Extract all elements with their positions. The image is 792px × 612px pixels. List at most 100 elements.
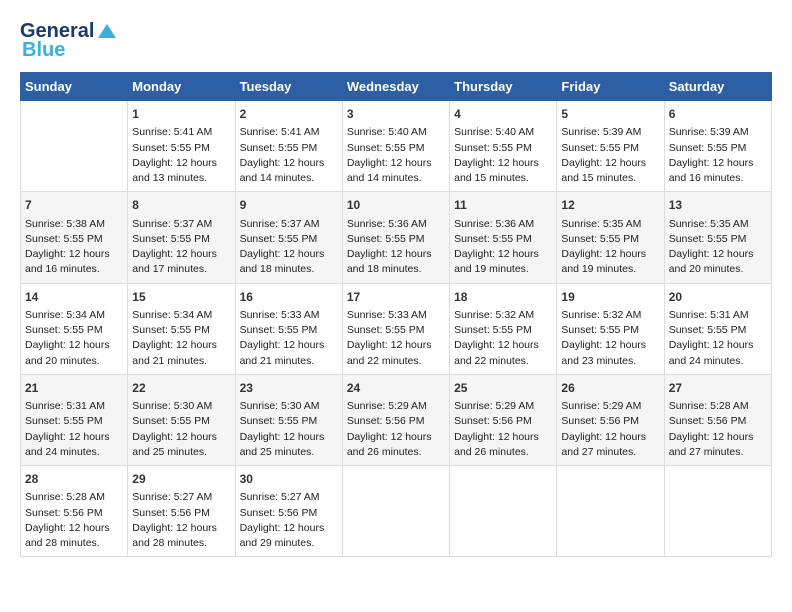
day-number: 5 [561, 106, 659, 123]
day-number: 30 [240, 471, 338, 488]
page-header: General Blue [20, 20, 772, 62]
day-number: 2 [240, 106, 338, 123]
calendar-cell: 8 Sunrise: 5:37 AM Sunset: 5:55 PM Daylig… [128, 192, 235, 283]
day-info: Sunrise: 5:30 AM Sunset: 5:55 PM Dayligh… [240, 399, 338, 460]
day-number: 4 [454, 106, 552, 123]
calendar-cell: 1Sunrise: 5:41 AM Sunset: 5:55 PM Daylig… [128, 101, 235, 192]
calendar-cell: 4 Sunrise: 5:40 AM Sunset: 5:55 PM Daylig… [450, 101, 557, 192]
day-number: 19 [561, 289, 659, 306]
day-info: Sunrise: 5:27 AM Sunset: 5:56 PM Dayligh… [132, 490, 230, 551]
day-info: Sunrise: 5:29 AM Sunset: 5:56 PM Dayligh… [454, 399, 552, 460]
calendar-cell: 13 Sunrise: 5:35 AM Sunset: 5:55 PM Dayli… [664, 192, 771, 283]
day-info: Sunrise: 5:41 AM Sunset: 5:55 PM Dayligh… [132, 125, 230, 186]
day-info: Sunrise: 5:39 AM Sunset: 5:55 PM Dayligh… [561, 125, 659, 186]
calendar-cell: 10Sunrise: 5:36 AM Sunset: 5:55 PM Dayli… [342, 192, 449, 283]
day-number: 10 [347, 197, 445, 214]
day-info: Sunrise: 5:27 AM Sunset: 5:56 PM Dayligh… [240, 490, 338, 551]
day-number: 3 [347, 106, 445, 123]
day-number: 22 [132, 380, 230, 397]
calendar-table: SundayMondayTuesdayWednesdayThursdayFrid… [20, 72, 772, 557]
calendar-cell: 27 Sunrise: 5:28 AM Sunset: 5:56 PM Dayli… [664, 374, 771, 465]
calendar-week-row: 14 Sunrise: 5:34 AM Sunset: 5:55 PM Dayli… [21, 283, 772, 374]
day-number: 13 [669, 197, 767, 214]
day-info: Sunrise: 5:38 AM Sunset: 5:55 PM Dayligh… [25, 217, 123, 278]
day-info: Sunrise: 5:31 AM Sunset: 5:55 PM Dayligh… [669, 308, 767, 369]
calendar-week-row: 7 Sunrise: 5:38 AM Sunset: 5:55 PM Daylig… [21, 192, 772, 283]
day-info: Sunrise: 5:35 AM Sunset: 5:55 PM Dayligh… [669, 217, 767, 278]
weekday-header: Friday [557, 73, 664, 101]
day-info: Sunrise: 5:37 AM Sunset: 5:55 PM Dayligh… [132, 217, 230, 278]
day-number: 25 [454, 380, 552, 397]
calendar-week-row: 28 Sunrise: 5:28 AM Sunset: 5:56 PM Dayli… [21, 466, 772, 557]
day-info: Sunrise: 5:37 AM Sunset: 5:55 PM Dayligh… [240, 217, 338, 278]
day-info: Sunrise: 5:34 AM Sunset: 5:55 PM Dayligh… [25, 308, 123, 369]
day-info: Sunrise: 5:30 AM Sunset: 5:55 PM Dayligh… [132, 399, 230, 460]
weekday-header: Tuesday [235, 73, 342, 101]
day-info: Sunrise: 5:28 AM Sunset: 5:56 PM Dayligh… [669, 399, 767, 460]
calendar-cell: 20Sunrise: 5:31 AM Sunset: 5:55 PM Dayli… [664, 283, 771, 374]
calendar-cell: 19 Sunrise: 5:32 AM Sunset: 5:55 PM Dayli… [557, 283, 664, 374]
calendar-cell: 24Sunrise: 5:29 AM Sunset: 5:56 PM Dayli… [342, 374, 449, 465]
day-info: Sunrise: 5:28 AM Sunset: 5:56 PM Dayligh… [25, 490, 123, 551]
day-info: Sunrise: 5:40 AM Sunset: 5:55 PM Dayligh… [347, 125, 445, 186]
calendar-cell: 2 Sunrise: 5:41 AM Sunset: 5:55 PM Daylig… [235, 101, 342, 192]
day-info: Sunrise: 5:33 AM Sunset: 5:55 PM Dayligh… [240, 308, 338, 369]
day-number: 29 [132, 471, 230, 488]
day-number: 23 [240, 380, 338, 397]
calendar-cell: 25 Sunrise: 5:29 AM Sunset: 5:56 PM Dayli… [450, 374, 557, 465]
day-info: Sunrise: 5:35 AM Sunset: 5:55 PM Dayligh… [561, 217, 659, 278]
calendar-cell: 23 Sunrise: 5:30 AM Sunset: 5:55 PM Dayli… [235, 374, 342, 465]
logo-arrow-icon [96, 20, 118, 42]
calendar-cell: 6 Sunrise: 5:39 AM Sunset: 5:55 PM Daylig… [664, 101, 771, 192]
logo-text: General Blue [20, 20, 118, 62]
day-number: 7 [25, 197, 123, 214]
calendar-cell: 21 Sunrise: 5:31 AM Sunset: 5:55 PM Dayli… [21, 374, 128, 465]
calendar-cell [557, 466, 664, 557]
calendar-cell: 18Sunrise: 5:32 AM Sunset: 5:55 PM Dayli… [450, 283, 557, 374]
calendar-cell: 29 Sunrise: 5:27 AM Sunset: 5:56 PM Dayli… [128, 466, 235, 557]
day-info: Sunrise: 5:34 AM Sunset: 5:55 PM Dayligh… [132, 308, 230, 369]
calendar-cell: 11Sunrise: 5:36 AM Sunset: 5:55 PM Dayli… [450, 192, 557, 283]
day-info: Sunrise: 5:39 AM Sunset: 5:55 PM Dayligh… [669, 125, 767, 186]
day-number: 21 [25, 380, 123, 397]
day-number: 14 [25, 289, 123, 306]
header-row: SundayMondayTuesdayWednesdayThursdayFrid… [21, 73, 772, 101]
day-number: 28 [25, 471, 123, 488]
calendar-cell [664, 466, 771, 557]
day-info: Sunrise: 5:33 AM Sunset: 5:55 PM Dayligh… [347, 308, 445, 369]
calendar-cell: 26 Sunrise: 5:29 AM Sunset: 5:56 PM Dayli… [557, 374, 664, 465]
day-info: Sunrise: 5:32 AM Sunset: 5:55 PM Dayligh… [454, 308, 552, 369]
day-number: 27 [669, 380, 767, 397]
day-number: 16 [240, 289, 338, 306]
weekday-header: Thursday [450, 73, 557, 101]
calendar-cell: 15Sunrise: 5:34 AM Sunset: 5:55 PM Dayli… [128, 283, 235, 374]
day-number: 9 [240, 197, 338, 214]
day-number: 26 [561, 380, 659, 397]
day-number: 17 [347, 289, 445, 306]
calendar-cell: 30 Sunrise: 5:27 AM Sunset: 5:56 PM Dayli… [235, 466, 342, 557]
day-number: 6 [669, 106, 767, 123]
calendar-cell [21, 101, 128, 192]
calendar-cell [450, 466, 557, 557]
weekday-header: Saturday [664, 73, 771, 101]
calendar-cell: 5 Sunrise: 5:39 AM Sunset: 5:55 PM Daylig… [557, 101, 664, 192]
calendar-week-row: 1Sunrise: 5:41 AM Sunset: 5:55 PM Daylig… [21, 101, 772, 192]
day-info: Sunrise: 5:41 AM Sunset: 5:55 PM Dayligh… [240, 125, 338, 186]
day-number: 12 [561, 197, 659, 214]
logo: General Blue [20, 20, 118, 62]
day-info: Sunrise: 5:36 AM Sunset: 5:55 PM Dayligh… [454, 217, 552, 278]
calendar-cell: 7 Sunrise: 5:38 AM Sunset: 5:55 PM Daylig… [21, 192, 128, 283]
day-info: Sunrise: 5:31 AM Sunset: 5:55 PM Dayligh… [25, 399, 123, 460]
calendar-cell: 22 Sunrise: 5:30 AM Sunset: 5:55 PM Dayli… [128, 374, 235, 465]
weekday-header: Wednesday [342, 73, 449, 101]
day-info: Sunrise: 5:40 AM Sunset: 5:55 PM Dayligh… [454, 125, 552, 186]
day-number: 8 [132, 197, 230, 214]
calendar-cell: 28 Sunrise: 5:28 AM Sunset: 5:56 PM Dayli… [21, 466, 128, 557]
day-info: Sunrise: 5:32 AM Sunset: 5:55 PM Dayligh… [561, 308, 659, 369]
day-info: Sunrise: 5:29 AM Sunset: 5:56 PM Dayligh… [347, 399, 445, 460]
calendar-cell: 12 Sunrise: 5:35 AM Sunset: 5:55 PM Dayli… [557, 192, 664, 283]
day-info: Sunrise: 5:29 AM Sunset: 5:56 PM Dayligh… [561, 399, 659, 460]
calendar-cell: 9 Sunrise: 5:37 AM Sunset: 5:55 PM Daylig… [235, 192, 342, 283]
calendar-cell: 17 Sunrise: 5:33 AM Sunset: 5:55 PM Dayli… [342, 283, 449, 374]
weekday-header: Monday [128, 73, 235, 101]
